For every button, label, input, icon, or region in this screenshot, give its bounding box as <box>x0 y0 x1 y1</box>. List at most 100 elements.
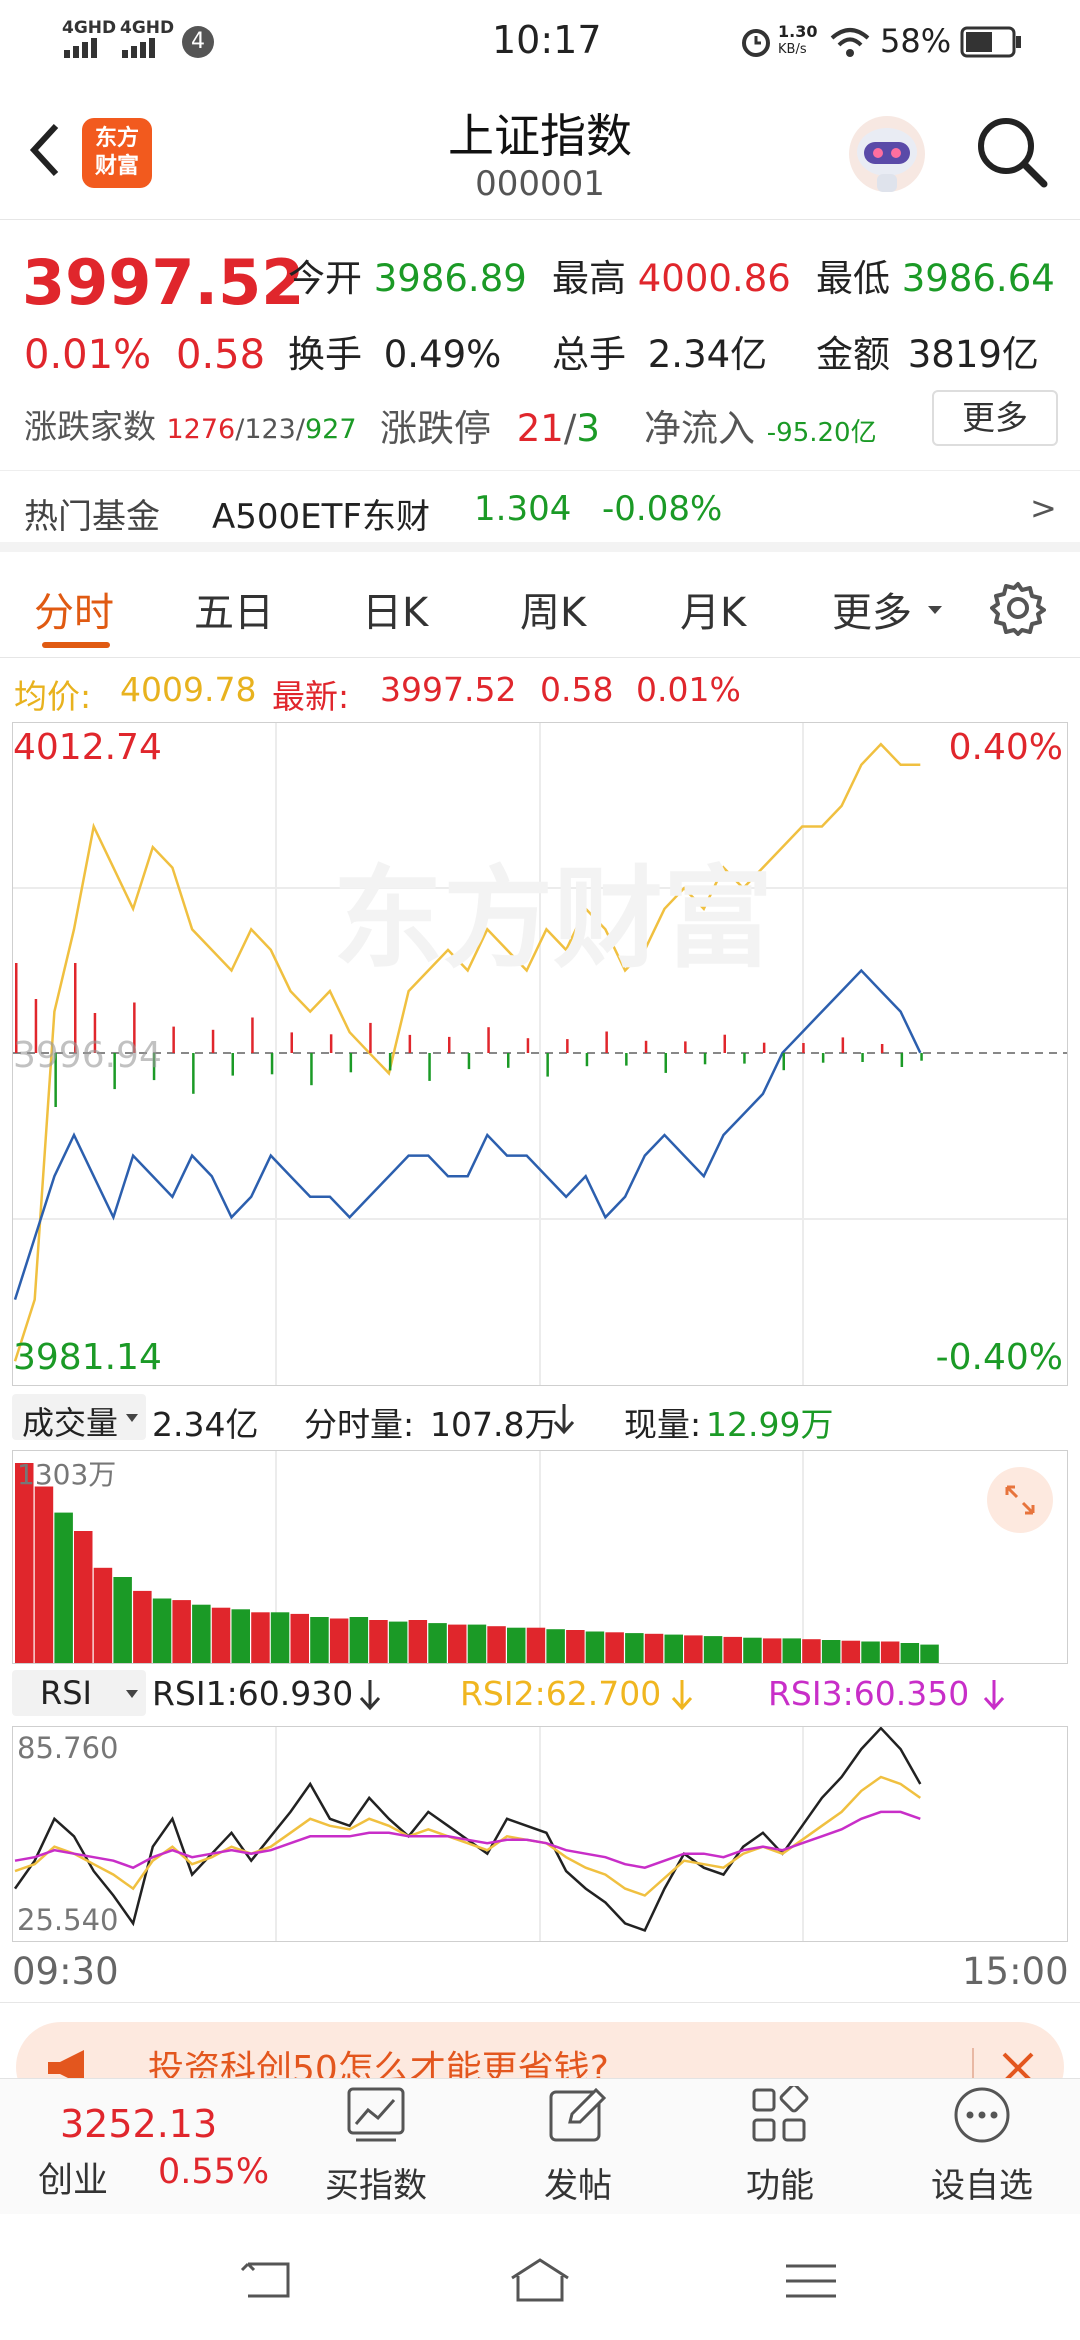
edit-icon[interactable] <box>548 2086 608 2144</box>
fenshi-volume-label: 分时量: <box>304 1405 415 1444</box>
home-nav-icon[interactable] <box>508 2256 572 2304</box>
price-tick-bar <box>684 1041 687 1053</box>
app-logo[interactable]: 东方 财富 <box>82 118 152 188</box>
apps-icon[interactable] <box>750 2086 810 2144</box>
price-tick-bar <box>920 1053 923 1061</box>
rsi-header: RSI RSI1:60.930 RSI2:62.700 RSI3:60.350 <box>12 1668 1068 1722</box>
volume-bar <box>251 1612 270 1663</box>
hot-fund-change: -0.08% <box>602 489 723 529</box>
price-tick-bar <box>762 1042 766 1053</box>
volume-bar <box>93 1567 113 1663</box>
price-tick-bar <box>880 1044 884 1053</box>
volume-bar <box>388 1621 408 1663</box>
price-chart[interactable]: 东方财富 4012.74 3981.14 3996.94 0.40% -0.40… <box>12 722 1068 1386</box>
volume-bar <box>566 1630 585 1663</box>
volume-bar <box>703 1636 723 1663</box>
price-summary-line: 均价: 4009.78 最新: 3997.52 0.58 0.01% <box>0 662 1080 718</box>
back-icon[interactable] <box>24 120 64 180</box>
price-tick-bar <box>723 1034 726 1053</box>
volume-bar <box>74 1531 93 1663</box>
price-tick-bar <box>369 1022 372 1053</box>
page-title: 上证指数 <box>448 109 632 163</box>
more-dots-icon[interactable] <box>952 2086 1012 2144</box>
volume-bar <box>211 1607 231 1663</box>
more-button[interactable]: 更多 <box>932 390 1058 446</box>
price-tick-bar <box>270 1053 274 1075</box>
tab-monthly-k[interactable]: 月K <box>680 580 746 638</box>
price-chart-svg <box>13 723 1067 1385</box>
tab-fenshi[interactable]: 分时 <box>34 580 114 638</box>
hot-fund-bar[interactable]: 热门基金 A500ETF东财 1.304 -0.08% > <box>0 470 1080 552</box>
volume-bar <box>664 1634 683 1663</box>
nav-post[interactable]: 发帖 <box>488 2158 668 2207</box>
high-label: 最高 <box>552 257 626 300</box>
volume-bar <box>192 1604 211 1663</box>
search-icon[interactable] <box>974 114 1050 190</box>
volume-bar <box>349 1617 369 1663</box>
expand-button[interactable] <box>987 1467 1053 1533</box>
volume-chart-svg <box>15 1451 939 1663</box>
price-tick-bar <box>743 1053 746 1064</box>
arrow-down-icon <box>553 1404 575 1435</box>
nav-index-percent[interactable]: 0.55% <box>158 2152 269 2192</box>
volume-bar <box>152 1598 172 1663</box>
latest-percent: 0.01% <box>636 670 741 709</box>
caret-down-icon <box>126 1690 138 1698</box>
price-tick-bar <box>329 1034 333 1053</box>
robot-assistant-icon[interactable] <box>842 112 932 202</box>
volume-value: 2.34亿 <box>647 333 768 376</box>
change-amount: 0.58 <box>176 332 266 378</box>
volume-chart[interactable]: 1303万 <box>12 1450 1068 1664</box>
gear-icon[interactable] <box>990 580 1046 636</box>
volume-bar <box>34 1486 54 1663</box>
tab-daily-k[interactable]: 日K <box>362 580 428 638</box>
price-tick-bar <box>605 1031 608 1053</box>
current-volume-label: 现量: <box>624 1405 702 1444</box>
chart-tabs: 分时 五日 日K 周K 月K 更多 <box>0 552 1080 658</box>
back-nav-icon[interactable] <box>240 2258 296 2302</box>
chart-icon[interactable] <box>346 2086 406 2144</box>
rsi-chart[interactable]: 85.760 25.540 <box>12 1726 1068 1942</box>
alarm-icon <box>742 29 770 57</box>
price-tick-bar <box>487 1027 490 1053</box>
volume-bar <box>861 1641 880 1663</box>
tab-more[interactable]: 更多 <box>832 580 912 638</box>
indicator-selector[interactable]: RSI <box>12 1670 146 1716</box>
rsi-max-label: 85.760 <box>17 1731 119 1765</box>
nav-add-watchlist[interactable]: 设自选 <box>892 2158 1072 2207</box>
x-axis-end: 15:00 <box>962 1950 1069 1993</box>
volume-bar <box>644 1633 664 1663</box>
price-tick-bar <box>448 1036 451 1053</box>
volume-bar <box>723 1636 742 1663</box>
price-tick-bar <box>192 1053 195 1094</box>
tab-weekly-k[interactable]: 周K <box>520 580 586 638</box>
open-label: 今开 <box>288 257 362 300</box>
price-tick-bar <box>251 1017 254 1053</box>
tab-five-day[interactable]: 五日 <box>194 580 274 638</box>
low-value: 3986.64 <box>901 257 1055 300</box>
low-label: 最低 <box>816 257 890 300</box>
nav-functions[interactable]: 功能 <box>690 2158 870 2207</box>
menu-nav-icon[interactable] <box>784 2262 838 2300</box>
price-tick-bar <box>900 1053 904 1067</box>
rsi3-line <box>14 1810 921 1870</box>
separator: / <box>235 414 245 445</box>
price-tick-bar <box>802 1043 805 1053</box>
volume-bar <box>15 1463 34 1663</box>
volume-bar <box>782 1638 801 1663</box>
amount-label: 金额 <box>816 333 890 376</box>
pct-min-label: -0.40% <box>935 1337 1063 1378</box>
volume-selector[interactable]: 成交量 <box>12 1394 146 1442</box>
logo-text-2: 财富 <box>94 154 139 179</box>
nav-buy-index[interactable]: 买指数 <box>286 2158 466 2207</box>
volume-bar <box>821 1640 841 1663</box>
down-count: 927 <box>304 414 357 445</box>
volume-bar <box>172 1600 191 1663</box>
y-mid-label: 3996.94 <box>13 1035 162 1076</box>
volume-bar <box>880 1641 900 1663</box>
nav-index-name[interactable]: 创业 <box>38 2152 108 2203</box>
nav-index-value[interactable]: 3252.13 <box>60 2102 217 2146</box>
volume-bar <box>743 1637 762 1663</box>
clock: 10:17 <box>492 18 602 62</box>
volume-bar <box>585 1631 605 1663</box>
